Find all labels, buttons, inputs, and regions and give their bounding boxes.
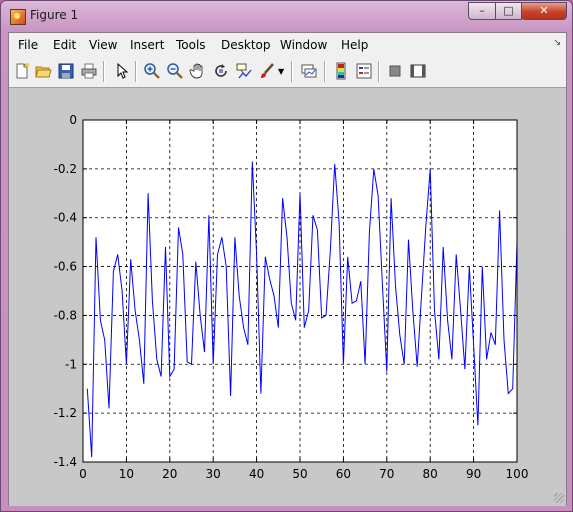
- toolbar-separator: [103, 61, 105, 82]
- toolbar-separator: [291, 61, 293, 82]
- brush-icon[interactable]: [258, 62, 276, 80]
- menu-bar: File Edit View Insert Tools Desktop Wind…: [9, 33, 566, 57]
- y-tick-label: -1.2: [54, 406, 77, 420]
- figure-client-area: File Edit View Insert Tools Desktop Wind…: [8, 32, 567, 506]
- menu-view[interactable]: View: [89, 38, 117, 52]
- menu-insert[interactable]: Insert: [130, 38, 164, 52]
- minimize-button[interactable]: –: [468, 2, 496, 20]
- menu-tools[interactable]: Tools: [176, 38, 206, 52]
- x-tick-label: 80: [423, 467, 438, 481]
- matlab-figure-icon: [10, 9, 26, 25]
- dock-figure-icon[interactable]: ↘: [553, 38, 561, 48]
- resize-grip[interactable]: [554, 493, 564, 503]
- y-tick-label: -1: [65, 357, 77, 371]
- toolbar-separator: [378, 61, 380, 82]
- x-tick-label: 0: [79, 467, 87, 481]
- menu-desktop[interactable]: Desktop: [221, 38, 271, 52]
- edit-plot-arrow-icon[interactable]: [112, 62, 130, 80]
- y-tick-label: -1.4: [54, 455, 77, 469]
- figure-toolbar: ▼: [9, 57, 566, 88]
- zoom-out-icon[interactable]: [166, 62, 184, 80]
- window-title: Figure 1: [30, 8, 79, 22]
- figure-window: Figure 1 – □ ✕ File Edit View Insert Too…: [0, 0, 573, 512]
- pan-hand-icon[interactable]: [189, 62, 207, 80]
- close-button[interactable]: ✕: [521, 2, 567, 20]
- print-icon[interactable]: [80, 62, 98, 80]
- colorbar-icon[interactable]: [332, 62, 350, 80]
- brush-dropdown-icon[interactable]: ▼: [278, 67, 284, 76]
- menu-file[interactable]: File: [18, 38, 38, 52]
- data-cursor-icon[interactable]: [235, 62, 253, 80]
- legend-icon[interactable]: [355, 62, 373, 80]
- toolbar-separator: [324, 61, 326, 82]
- menu-window[interactable]: Window: [280, 38, 327, 52]
- rotate-3d-icon[interactable]: [212, 62, 230, 80]
- x-tick-label: 30: [206, 467, 221, 481]
- maximize-button[interactable]: □: [495, 2, 522, 20]
- link-plot-icon[interactable]: [300, 62, 318, 80]
- x-tick-label: 90: [466, 467, 481, 481]
- y-tick-label: -0.8: [54, 308, 77, 322]
- x-tick-label: 100: [506, 467, 529, 481]
- y-tick-label: -0.2: [54, 162, 77, 176]
- y-tick-label: 0: [69, 113, 77, 127]
- x-tick-label: 50: [292, 467, 307, 481]
- x-tick-label: 60: [336, 467, 351, 481]
- x-tick-label: 20: [162, 467, 177, 481]
- zoom-in-icon[interactable]: [143, 62, 161, 80]
- title-bar[interactable]: Figure 1 – □ ✕: [1, 1, 572, 32]
- save-icon[interactable]: [57, 62, 75, 80]
- hide-plot-tools-icon[interactable]: [386, 62, 404, 80]
- x-tick-label: 40: [249, 467, 264, 481]
- menu-help[interactable]: Help: [341, 38, 368, 52]
- y-tick-label: -0.6: [54, 260, 77, 274]
- figure-canvas: 0 10 20 30 40 50 60 70 80 90 100 0 -0.2 -0.4 -0.6 -0.8 -…: [9, 88, 566, 506]
- line-plot[interactable]: 0 10 20 30 40 50 60 70 80 90 100 0 -0.2 -0.4 -0.6 -0.8 -…: [9, 88, 566, 506]
- x-tick-label: 10: [119, 467, 134, 481]
- new-figure-icon[interactable]: [13, 62, 31, 80]
- menu-edit[interactable]: Edit: [53, 38, 76, 52]
- show-plot-tools-icon[interactable]: [409, 62, 427, 80]
- x-tick-label: 70: [379, 467, 394, 481]
- toolbar-separator: [135, 61, 137, 82]
- y-tick-label: -0.4: [54, 211, 77, 225]
- open-file-icon[interactable]: [34, 62, 52, 80]
